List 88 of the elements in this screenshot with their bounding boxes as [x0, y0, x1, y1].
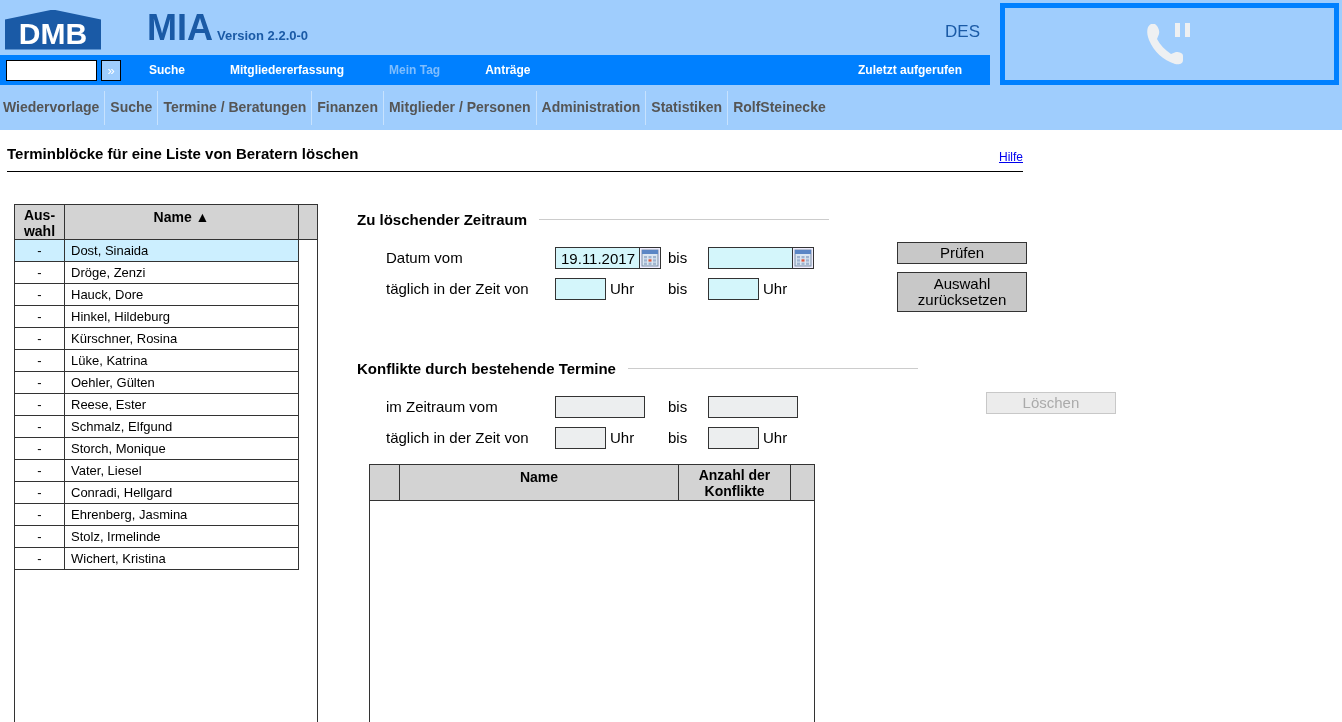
date-field[interactable]: 19.11.2017 — [555, 247, 640, 270]
unit-label: Uhr — [763, 427, 788, 448]
help-link[interactable]: Hilfe — [999, 147, 1023, 166]
menu-link[interactable]: Anträge — [485, 61, 531, 79]
call-panel[interactable] — [1000, 3, 1339, 85]
section-heading: Zu löschender Zeitraum — [357, 209, 528, 230]
table-row[interactable]: - Hinkel, Hildeburg — [15, 305, 300, 328]
table-cell: - — [15, 525, 65, 547]
table-cell-text: Storch, Monique — [70, 439, 167, 458]
version-label: Version 2.2.0-0 — [217, 26, 309, 45]
table-cell: - — [15, 327, 65, 349]
table-cell-text: Lüke, Katrina — [70, 351, 149, 370]
nav-tab[interactable]: Mitglieder / Personen — [388, 97, 531, 118]
field-label: täglich in der Zeit von — [386, 427, 530, 448]
table-cell: - — [15, 371, 65, 393]
field-label: bis — [668, 278, 689, 299]
menu-link[interactable]: Mitgliedererfassung — [230, 61, 345, 79]
table-row[interactable]: - Storch, Monique — [15, 437, 300, 460]
logo: DMB — [5, 9, 101, 50]
column-header[interactable]: Aus- wahl — [15, 204, 65, 239]
table-cell-text: Hauck, Dore — [70, 285, 145, 304]
column-header[interactable]: Name — [400, 465, 679, 500]
table-row[interactable]: - Oehler, Gülten — [15, 371, 300, 394]
nav-tab[interactable]: Statistiken — [651, 97, 723, 118]
search-field[interactable] — [6, 59, 97, 81]
field-label: bis — [668, 248, 689, 268]
table-row[interactable]: - Lüke, Katrina — [15, 349, 300, 372]
table-cell-text: Ehrenberg, Jasmina — [70, 505, 189, 524]
table-row[interactable]: - Hauck, Dore — [15, 283, 300, 306]
menu-link[interactable]: Zuletzt aufgerufen — [858, 61, 962, 79]
table-cell: - — [15, 459, 65, 481]
table-cell-text: Wichert, Kristina — [70, 549, 167, 568]
table-cell-text: Hinkel, Hildeburg — [70, 307, 171, 326]
table-cell: - — [15, 503, 65, 525]
table-row[interactable]: - Dost, Sinaida — [15, 239, 300, 262]
table-row[interactable]: - Wichert, Kristina — [15, 547, 300, 570]
table-row[interactable]: - Ehrenberg, Jasmina — [15, 503, 300, 526]
table-cell: - — [15, 437, 65, 459]
table-row[interactable]: - Stolz, Irmelinde — [15, 525, 300, 548]
date-field[interactable] — [708, 247, 793, 270]
nav-tab[interactable]: RolfSteinecke — [733, 97, 826, 118]
field-label: im Zeitraum vom — [386, 397, 499, 417]
table-row[interactable]: - Reese, Ester — [15, 393, 300, 416]
unit-label: Uhr — [763, 278, 788, 299]
field-label: bis — [668, 427, 689, 448]
table-cell-text: Dost, Sinaida — [70, 241, 150, 260]
table-row[interactable]: - Dröge, Zenzi — [15, 261, 300, 284]
table-row[interactable]: - Kürschner, Rosina — [15, 327, 300, 350]
table-row[interactable]: - Vater, Liesel — [15, 459, 300, 482]
table-cell-text: Vater, Liesel — [70, 461, 143, 480]
unit-label: Uhr — [610, 278, 635, 299]
page-title: Terminblöcke für eine Liste von Beratern löschen — [7, 144, 359, 164]
table-cell-text: Kürschner, Rosina — [70, 329, 179, 348]
table-cell-text: Schmalz, Elfgund — [70, 417, 174, 436]
input-field[interactable] — [555, 277, 606, 300]
table-cell: - — [15, 393, 65, 415]
table-cell-text: Stolz, Irmelinde — [70, 527, 162, 546]
input-field[interactable] — [708, 277, 759, 300]
nav-tab[interactable]: Wiedervorlage — [3, 97, 100, 118]
table-cell: - — [15, 415, 65, 437]
action-button[interactable]: Prüfen — [897, 241, 1028, 264]
field-label: Datum vom — [386, 248, 464, 268]
table-cell: - — [15, 547, 65, 569]
table-cell-text: Dröge, Zenzi — [70, 263, 147, 282]
action-button[interactable]: Auswahl zurücksetzen — [897, 271, 1028, 312]
table-cell: - — [15, 283, 65, 305]
unit-label: Uhr — [610, 427, 635, 448]
table-cell-text: Reese, Ester — [70, 395, 148, 414]
table-cell: - — [15, 305, 65, 327]
field-label: täglich in der Zeit von — [386, 278, 530, 299]
user-code: DES — [945, 20, 980, 43]
column-header[interactable]: Anzahl der Konflikte — [679, 465, 791, 500]
table-cell: - — [15, 239, 65, 261]
table-row[interactable]: - Conradi, Hellgard — [15, 481, 300, 504]
nav-tab[interactable]: Suche — [110, 97, 153, 118]
section-heading: Konflikte durch bestehende Termine — [357, 358, 616, 379]
table-cell-text: Oehler, Gülten — [70, 373, 156, 392]
table-cell-text: Conradi, Hellgard — [70, 483, 174, 502]
nav-tab[interactable]: Termine / Beratungen — [163, 97, 307, 118]
menu-link[interactable]: Suche — [149, 61, 185, 79]
nav-tab[interactable]: Finanzen — [317, 97, 378, 118]
table-cell: - — [15, 481, 65, 503]
field-label: bis — [668, 397, 689, 417]
app-name: MIA — [147, 9, 213, 46]
table-row[interactable]: - Schmalz, Elfgund — [15, 415, 300, 438]
table-cell: - — [15, 261, 65, 283]
table-cell: - — [15, 349, 65, 371]
nav-tab[interactable]: Administration — [541, 97, 641, 118]
